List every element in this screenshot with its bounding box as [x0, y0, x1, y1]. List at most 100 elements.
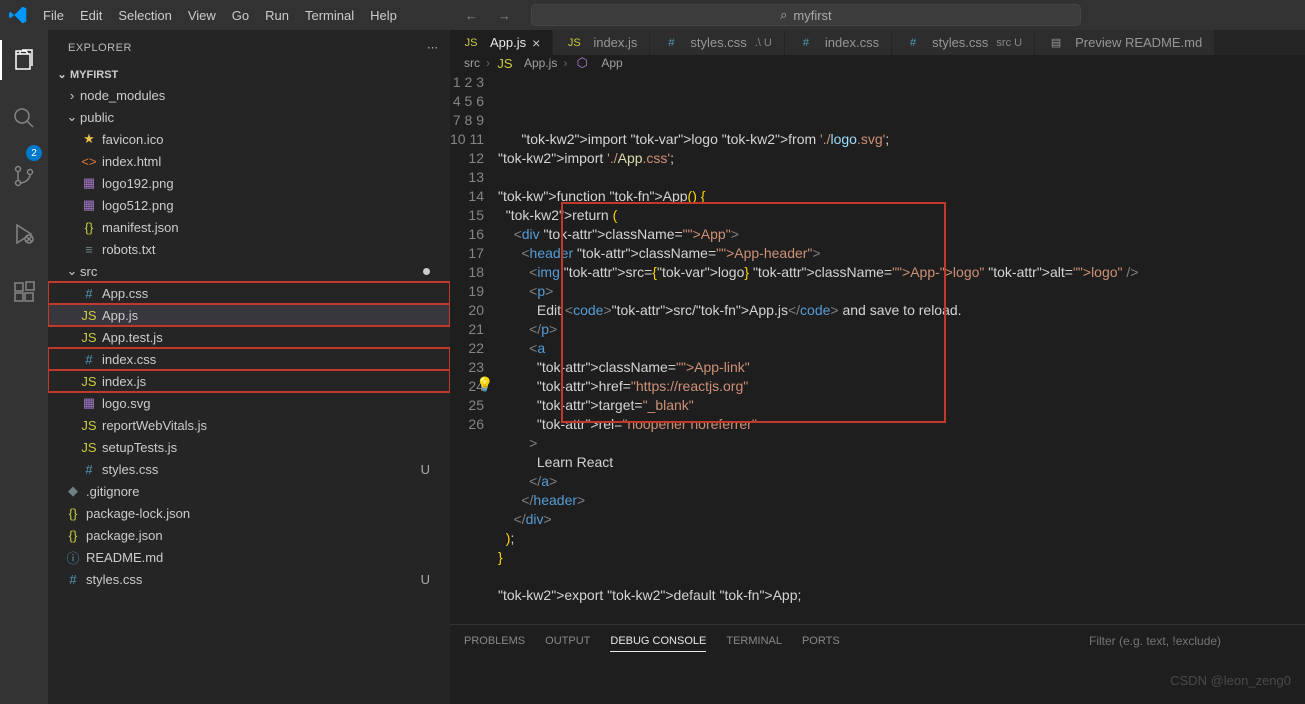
css-icon: # [797, 37, 815, 49]
file-row[interactable]: #index.css [48, 348, 450, 370]
panel-tab-output[interactable]: OUTPUT [545, 631, 590, 651]
file-row[interactable]: #styles.cssU [48, 568, 450, 590]
breadcrumb[interactable]: src › JS App.js › ⬡ App [450, 55, 1305, 71]
file-label: index.html [102, 154, 161, 169]
search-activity-icon[interactable] [0, 98, 48, 138]
file-row[interactable]: {}package.json [48, 524, 450, 546]
panel-filter-input[interactable] [1089, 634, 1289, 648]
extensions-icon[interactable] [0, 272, 48, 312]
file-label: reportWebVitals.js [102, 418, 207, 433]
js-icon: JS [565, 37, 583, 49]
panel-tab-debug-console[interactable]: DEBUG CONSOLE [610, 631, 706, 652]
panel-tab-ports[interactable]: PORTS [802, 631, 840, 651]
menu-edit[interactable]: Edit [72, 0, 110, 30]
menu-help[interactable]: Help [362, 0, 405, 30]
close-icon[interactable]: × [532, 35, 540, 51]
file-row[interactable]: JSindex.js [48, 370, 450, 392]
file-label: setupTests.js [102, 440, 177, 455]
editor-tab[interactable]: JSApp.js× [450, 30, 553, 55]
editor-tab[interactable]: #index.css [785, 30, 892, 55]
lightbulb-icon[interactable]: 💡 [476, 375, 493, 394]
file-row[interactable]: {}manifest.json [48, 216, 450, 238]
file-row[interactable]: JS App.js [48, 304, 450, 326]
code-content[interactable]: 💡 "tok-kw2">import "tok-var">logo "tok-k… [498, 71, 1305, 624]
activity-bar: 2 [0, 30, 48, 704]
explorer-sidebar: EXPLORER ⋯ ⌄ MYFIRST ›node_modules⌄publi… [48, 30, 450, 704]
file-row[interactable]: {} package-lock.json [48, 502, 450, 524]
menu-go[interactable]: Go [224, 0, 257, 30]
run-debug-icon[interactable] [0, 214, 48, 254]
chevron-icon: ⌄ [64, 263, 80, 279]
png-icon: ▦ [80, 197, 98, 213]
file-row[interactable]: JSreportWebVitals.js [48, 414, 450, 436]
js-icon: JS [80, 330, 98, 345]
breadcrumb-item[interactable]: App [601, 56, 622, 70]
menu-run[interactable]: Run [257, 0, 297, 30]
menu-view[interactable]: View [180, 0, 224, 30]
file-row[interactable]: ◆.gitignore [48, 480, 450, 502]
editor-tab[interactable]: ▤Preview README.md [1035, 30, 1215, 55]
star-icon: ★ [80, 131, 98, 147]
file-label: public [80, 110, 114, 125]
panel-tab-problems[interactable]: PROBLEMS [464, 631, 525, 651]
menu-selection[interactable]: Selection [110, 0, 179, 30]
file-label: package-lock.json [86, 506, 190, 521]
file-row[interactable]: ≡robots.txt [48, 238, 450, 260]
editor-tab[interactable]: JSindex.js [553, 30, 650, 55]
nav-back-icon[interactable]: ← [465, 8, 478, 23]
file-row[interactable]: ▦ logo512.png [48, 194, 450, 216]
explorer-more-icon[interactable]: ⋯ [427, 41, 438, 54]
editor-body[interactable]: 1 2 3 4 5 6 7 8 9 10 11 12 13 14 15 16 1… [450, 71, 1305, 624]
nav-forward-icon[interactable]: → [498, 8, 511, 23]
file-label: manifest.json [102, 220, 179, 235]
file-row[interactable]: #App.css [48, 282, 450, 304]
css-icon: # [80, 286, 98, 301]
menu-terminal[interactable]: Terminal [297, 0, 362, 30]
readme-icon: ⓘ [64, 548, 82, 567]
tab-status: .\ U [755, 37, 772, 49]
explorer-icon[interactable] [0, 40, 48, 80]
file-row[interactable]: JSApp.test.js [48, 326, 450, 348]
file-label: node_modules [80, 88, 165, 103]
chevron-icon: › [64, 88, 80, 103]
project-name: MYFIRST [70, 69, 118, 81]
css-icon: # [64, 572, 82, 587]
search-icon: ⌕ [780, 7, 787, 23]
tab-status: src U [996, 37, 1022, 49]
menu-bar: File Edit Selection View Go Run Terminal… [35, 0, 405, 30]
file-label: favicon.ico [102, 132, 163, 147]
chevron-right-icon: › [563, 56, 567, 70]
project-header[interactable]: ⌄ MYFIRST [48, 65, 450, 84]
editor-area: JSApp.js×JSindex.js#styles.css.\ U#index… [450, 30, 1305, 704]
file-row[interactable]: #styles.cssU [48, 458, 450, 480]
css-icon: # [904, 37, 922, 49]
file-row[interactable]: ▦logo.svg [48, 392, 450, 414]
file-label: App.js [102, 308, 138, 323]
json-icon: {} [64, 506, 82, 521]
tab-label: styles.css [690, 35, 746, 50]
breadcrumb-item[interactable]: src [464, 56, 480, 70]
file-row[interactable]: ⓘ README.md [48, 546, 450, 568]
breadcrumb-item[interactable]: App.js [524, 56, 557, 70]
panel-tab-terminal[interactable]: TERMINAL [726, 631, 782, 651]
file-row[interactable]: ▦logo192.png [48, 172, 450, 194]
source-control-icon[interactable] [0, 156, 48, 196]
css-icon: # [80, 352, 98, 367]
file-row[interactable]: <>index.html [48, 150, 450, 172]
file-label: README.md [86, 550, 163, 565]
js-icon: JS [80, 308, 98, 323]
file-row[interactable]: JS setupTests.js [48, 436, 450, 458]
command-center[interactable]: ⌕ myfirst [531, 4, 1081, 26]
folder-row[interactable]: ⌄src [48, 260, 450, 282]
editor-tab[interactable]: #styles.csssrc U [892, 30, 1035, 55]
vscode-logo-icon [0, 6, 35, 24]
menu-file[interactable]: File [35, 0, 72, 30]
file-row[interactable]: ★ favicon.ico [48, 128, 450, 150]
css-icon: # [662, 37, 680, 49]
editor-tab[interactable]: # styles.css .\ U [650, 30, 784, 55]
folder-row[interactable]: ›node_modules [48, 84, 450, 106]
file-label: logo512.png [102, 198, 174, 213]
folder-row[interactable]: ⌄public [48, 106, 450, 128]
js-icon: JS [80, 440, 98, 455]
js-icon: JS [80, 374, 98, 389]
